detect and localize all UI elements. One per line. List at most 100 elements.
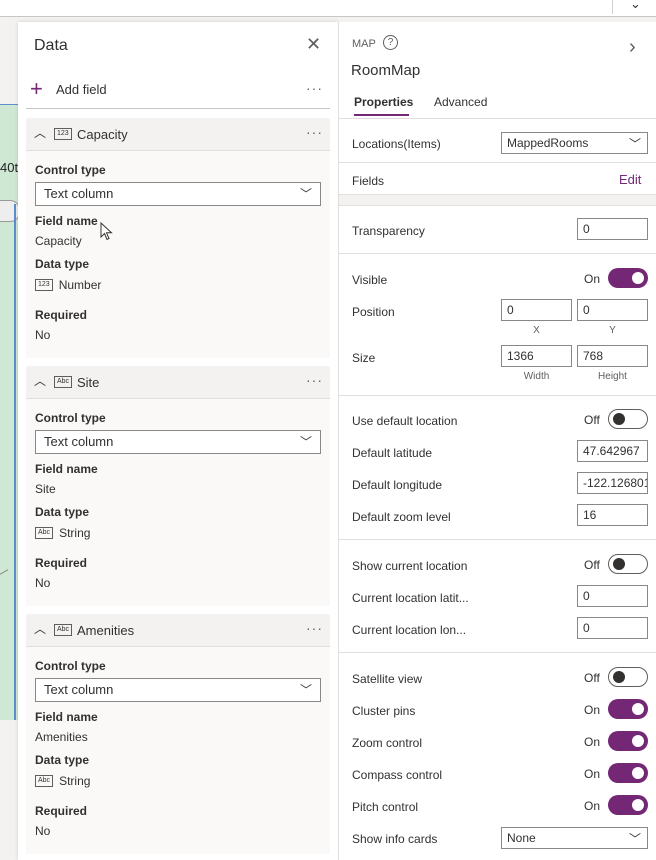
- field-card-name: Amenities: [77, 623, 135, 638]
- visible-toggle[interactable]: [608, 268, 648, 288]
- default-longitude-input[interactable]: -122.126801: [577, 472, 648, 494]
- plus-icon: +: [30, 76, 43, 101]
- zoom-control-label: Zoom control: [352, 736, 423, 750]
- compass-control-label: Compass control: [352, 768, 443, 782]
- number-type-icon: 123: [54, 128, 72, 140]
- satellite-view-toggle[interactable]: [608, 667, 648, 687]
- data-type: Abc String: [35, 526, 90, 540]
- close-icon[interactable]: ✕: [306, 34, 321, 55]
- control-name: RoomMap: [351, 62, 421, 79]
- divider: [339, 162, 656, 163]
- current-longitude-input[interactable]: 0: [577, 617, 648, 639]
- divider: [339, 395, 656, 396]
- field-card-site: ︿ Abc Site ··· Control type Text column …: [26, 366, 330, 606]
- chevron-down-icon: ﹀: [628, 137, 641, 151]
- locations-label: Locations(Items): [352, 137, 441, 151]
- field-card-name: Capacity: [77, 127, 128, 142]
- data-type-value: String: [59, 526, 91, 540]
- number-type-icon: 123: [35, 279, 53, 291]
- string-type-icon: Abc: [54, 376, 73, 388]
- expand-chevron-icon[interactable]: ⌄: [630, 0, 641, 12]
- control-type-dropdown[interactable]: Text column ﹀: [35, 430, 321, 454]
- help-icon[interactable]: ?: [383, 35, 398, 50]
- more-options-icon[interactable]: ···: [306, 124, 323, 140]
- map-canvas[interactable]: 40tl: [0, 104, 29, 720]
- chevron-right-icon[interactable]: ›: [629, 36, 636, 59]
- satellite-view-label: Satellite view: [352, 672, 423, 686]
- field-card-body: Control type Text column ﹀ Field name Si…: [26, 398, 330, 606]
- required-label: Required: [35, 308, 88, 322]
- field-name-value: Site: [35, 482, 56, 496]
- use-default-location-state: Off: [584, 413, 600, 427]
- field-card-header[interactable]: ︿ Abc Site ···: [26, 366, 330, 398]
- tab-advanced[interactable]: Advanced: [434, 95, 487, 109]
- pitch-control-label: Pitch control: [352, 800, 419, 814]
- required-value: No: [35, 328, 51, 342]
- current-latitude-label: Current location latit...: [352, 591, 469, 605]
- transparency-input[interactable]: 0: [577, 218, 648, 240]
- chevron-down-icon: ﹀: [299, 435, 312, 449]
- divider: [339, 205, 656, 206]
- control-type-value: Text column: [44, 682, 114, 697]
- field-card-amenities: ︿ Abc Amenities ··· Control type Text co…: [26, 614, 330, 854]
- show-info-cards-label: Show info cards: [352, 832, 438, 846]
- divider: [339, 118, 656, 119]
- field-card-header[interactable]: ︿ Abc Amenities ···: [26, 614, 330, 646]
- more-options-icon[interactable]: ···: [306, 372, 323, 388]
- control-kind-label: MAP: [352, 38, 376, 50]
- pitch-control-toggle[interactable]: [608, 795, 648, 815]
- control-type-value: Text column: [44, 434, 114, 449]
- show-current-location-state: Off: [584, 558, 600, 572]
- position-x-input[interactable]: 0: [501, 299, 572, 321]
- control-type-value: Text column: [44, 186, 114, 201]
- divider: [339, 253, 656, 254]
- string-type-icon: Abc: [35, 775, 54, 787]
- locations-value: MappedRooms: [507, 136, 589, 150]
- position-y-input[interactable]: 0: [577, 299, 648, 321]
- more-options-icon[interactable]: ···: [306, 620, 323, 636]
- collapse-chevron-icon[interactable]: ︿: [34, 372, 46, 389]
- data-type: 123 Number: [35, 278, 101, 292]
- string-type-icon: Abc: [35, 527, 54, 539]
- divider: [26, 108, 330, 109]
- default-latitude-input[interactable]: 47.642967: [577, 440, 648, 462]
- divider: [339, 652, 656, 653]
- zoom-control-state: On: [584, 735, 601, 749]
- collapse-chevron-icon[interactable]: ︿: [34, 620, 46, 637]
- use-default-location-toggle[interactable]: [608, 409, 648, 429]
- add-field-button[interactable]: + Add field: [30, 76, 107, 101]
- control-type-dropdown[interactable]: Text column ﹀: [35, 678, 321, 702]
- collapse-chevron-icon[interactable]: ︿: [34, 124, 46, 141]
- chevron-down-icon: ﹀: [299, 683, 312, 697]
- width-input[interactable]: 1366: [501, 345, 572, 367]
- properties-pane: MAP ? › RoomMap Properties Advanced Loca…: [338, 22, 656, 860]
- cluster-pins-label: Cluster pins: [352, 704, 416, 718]
- control-type-dropdown[interactable]: Text column ﹀: [35, 182, 321, 206]
- field-name-label: Field name: [35, 710, 98, 724]
- map-border: [0, 104, 18, 105]
- field-card-header[interactable]: ︿ 123 Capacity ···: [26, 118, 330, 150]
- canvas-background: [0, 720, 18, 860]
- fields-edit-link[interactable]: Edit: [619, 172, 641, 187]
- cluster-pins-toggle[interactable]: [608, 699, 648, 719]
- field-card-name: Site: [77, 375, 100, 390]
- default-zoom-input[interactable]: 16: [577, 504, 648, 526]
- required-label: Required: [35, 804, 88, 818]
- data-type: Abc String: [35, 774, 90, 788]
- more-options-icon[interactable]: ···: [306, 80, 323, 96]
- compass-control-toggle[interactable]: [608, 763, 648, 783]
- current-latitude-input[interactable]: 0: [577, 585, 648, 607]
- locations-dropdown[interactable]: MappedRooms ﹀: [501, 132, 648, 154]
- field-card-body: Control type Text column ﹀ Field name Am…: [26, 646, 330, 854]
- default-latitude-label: Default latitude: [352, 446, 433, 460]
- show-info-cards-dropdown[interactable]: None ﹀: [501, 827, 648, 849]
- height-label: Height: [598, 371, 627, 382]
- data-type-label: Data type: [35, 257, 90, 271]
- control-type-label: Control type: [35, 659, 106, 673]
- height-input[interactable]: 768: [577, 345, 648, 367]
- formula-bar[interactable]: [0, 0, 613, 14]
- zoom-control-toggle[interactable]: [608, 731, 648, 751]
- show-current-location-toggle[interactable]: [608, 554, 648, 574]
- mouse-cursor-icon: [100, 222, 113, 241]
- tab-properties[interactable]: Properties: [354, 95, 413, 109]
